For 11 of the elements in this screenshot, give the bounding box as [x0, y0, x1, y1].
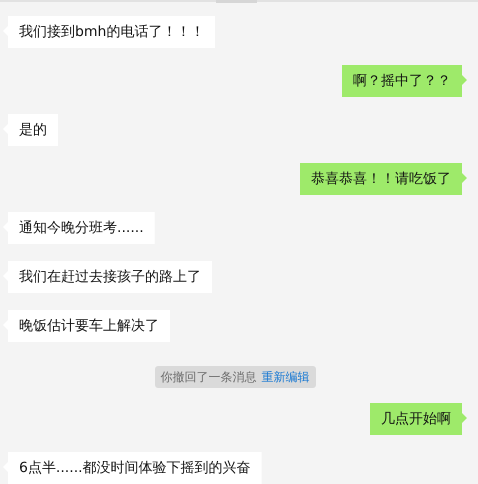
message-bubble: 晚饭估计要车上解决了	[2, 310, 170, 342]
message-bubble: 我们接到bmh的电话了！！！	[2, 16, 216, 48]
message-bubble: 几点开始啊	[370, 403, 468, 435]
message-bubble: 啊？摇中了？？	[342, 65, 468, 97]
message-bubble: 是的	[2, 114, 58, 146]
notice-text: 你撤回了一条消息	[160, 369, 256, 386]
message-bubble: 我们在赶过去接孩子的路上了	[2, 261, 212, 293]
message-bubble: 6点半......都没时间体验下摇到的兴奋	[2, 452, 262, 484]
re-edit-link[interactable]: 重新编辑	[262, 366, 310, 388]
message-bubble: 恭喜恭喜！！请吃饭了	[300, 163, 468, 195]
message-bubble: 通知今晚分班考......	[2, 212, 155, 244]
